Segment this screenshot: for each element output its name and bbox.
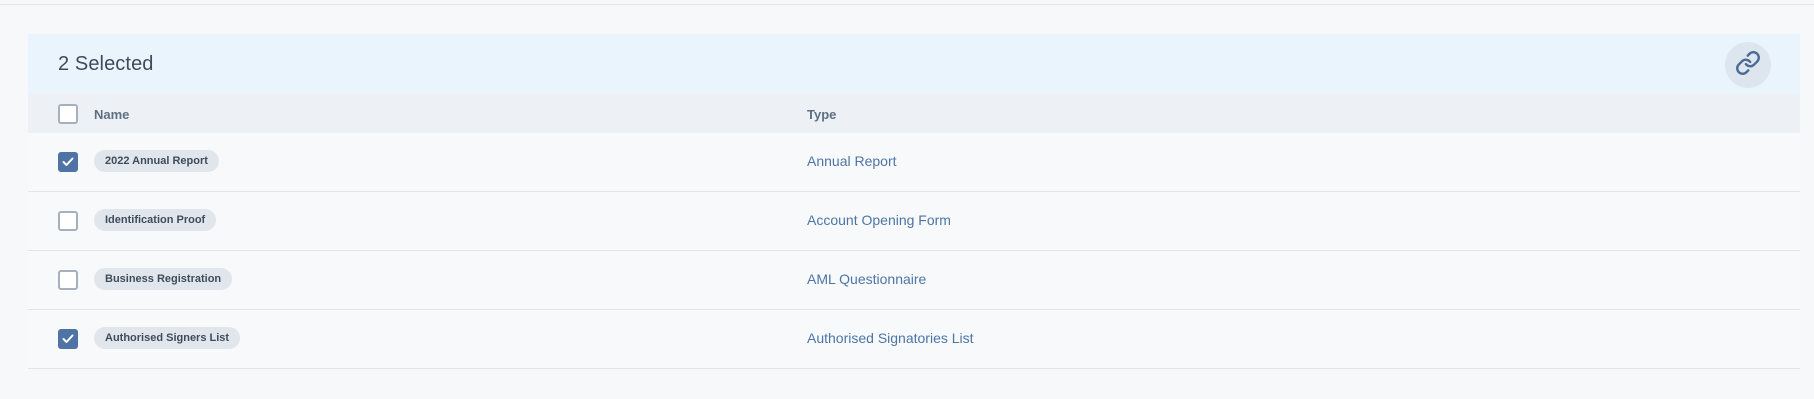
table-row[interactable]: Identification Proof Account Opening For… — [28, 192, 1800, 251]
document-name-tag[interactable]: Business Registration — [94, 268, 233, 290]
document-name-tag[interactable]: 2022 Annual Report — [94, 150, 219, 172]
row-checkbox[interactable] — [58, 270, 78, 290]
table-row[interactable]: Authorised Signers List Authorised Signa… — [28, 310, 1800, 369]
row-checkbox[interactable] — [58, 329, 78, 349]
document-name-tag[interactable]: Authorised Signers List — [94, 327, 241, 349]
document-type[interactable]: Annual Report — [807, 153, 897, 169]
document-type[interactable]: Authorised Signatories List — [807, 330, 974, 346]
select-all-checkbox[interactable] — [58, 104, 78, 124]
column-header-name[interactable]: Name — [94, 107, 129, 122]
table-row[interactable]: 2022 Annual Report Annual Report — [28, 133, 1800, 192]
table-header: Name Type — [28, 94, 1800, 133]
document-type[interactable]: Account Opening Form — [807, 212, 951, 228]
row-checkbox[interactable] — [58, 152, 78, 172]
document-name-tag[interactable]: Identification Proof — [94, 209, 217, 231]
link-icon — [1735, 50, 1761, 81]
document-type[interactable]: AML Questionnaire — [807, 271, 926, 287]
table-row[interactable]: Business Registration AML Questionnaire — [28, 251, 1800, 310]
check-icon — [62, 334, 74, 343]
selection-count: 2 Selected — [58, 53, 154, 75]
top-divider — [0, 4, 1814, 5]
selection-bar: 2 Selected — [28, 34, 1800, 94]
check-icon — [62, 157, 74, 166]
documents-panel: 2 Selected Name Type 2022 Annual Report … — [28, 34, 1800, 369]
column-header-type[interactable]: Type — [807, 107, 836, 122]
row-checkbox[interactable] — [58, 211, 78, 231]
link-button[interactable] — [1725, 42, 1771, 88]
